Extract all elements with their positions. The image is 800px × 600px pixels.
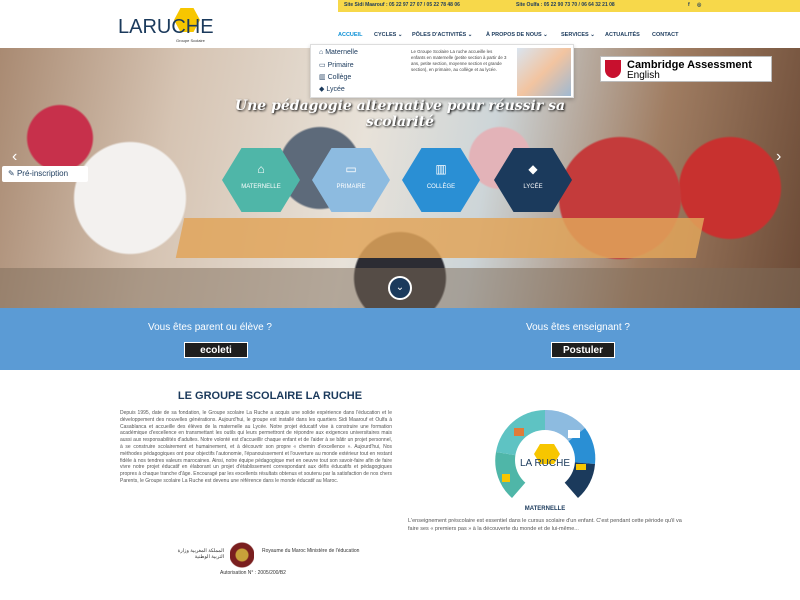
nav-services[interactable]: SERVICES ⌄: [561, 32, 595, 38]
cambridge-subtitle: English: [627, 70, 660, 81]
dropdown-item-primaire[interactable]: ▭ Primaire: [319, 61, 354, 69]
pre-inscription-button[interactable]: ✎ Pré-inscription: [2, 166, 88, 182]
postuler-button[interactable]: Postuler: [551, 342, 615, 358]
nav-accueil[interactable]: ACCUEIL: [338, 32, 362, 38]
dropdown-item-lycee[interactable]: ◆ Lycée: [319, 85, 345, 93]
dropdown-label-college: Collège: [327, 74, 352, 81]
page: LARUCHE Groupe Scolaire Site Sidi Maarou…: [0, 0, 800, 600]
hex-label-primaire: PRIMAIRE: [336, 184, 366, 190]
facebook-icon[interactable]: f: [688, 2, 690, 8]
dropdown-description: Le Groupe Scolaire La ruche accueille le…: [411, 49, 507, 72]
graduation-cap-icon: ◆: [528, 162, 538, 176]
cap-icon: [576, 464, 586, 470]
cambridge-shield-icon: [605, 60, 621, 78]
nav-a-propos[interactable]: À PROPOS DE NOUS ⌄: [486, 32, 548, 38]
next-slide-button[interactable]: ›: [776, 148, 781, 166]
site-oulfa-phones: Site Oulfa : 05 22 90 73 70 / 06 64 32 2…: [516, 2, 615, 8]
wheel-description: L'enseignement préscolaire est essentiel…: [408, 518, 682, 532]
wheel-logo-text: LA RUCHE: [520, 458, 570, 469]
ministry-block: المملكة المغربية وزارة التربية الوطنية R…: [170, 540, 370, 580]
dropdown-item-college[interactable]: ▥ Collège: [319, 73, 351, 81]
scroll-down-button[interactable]: ⌄: [388, 276, 412, 300]
dropdown-item-maternelle[interactable]: ⌂ Maternelle: [319, 49, 358, 56]
contact-topbar: Site Sidi Maarouf : 05 22 97 27 07 / 05 …: [338, 0, 800, 12]
moroccan-emblem-icon: [230, 542, 254, 568]
about-title: LE GROUPE SCOLAIRE LA RUCHE: [177, 390, 363, 402]
ministry-french: Royaume du Maroc Ministère de l'éducatio…: [262, 548, 360, 554]
pre-inscription-label: Pré-inscription: [16, 169, 69, 178]
dropdown-label-primaire: Primaire: [327, 62, 354, 69]
authorisation-number: Autorisation N° : 2005/200/B2: [220, 570, 286, 576]
house-icon: ⌂: [257, 162, 265, 176]
wheel-active-label: MATERNELLE: [524, 506, 566, 512]
hex-label-lycee: LYCÉE: [523, 184, 543, 190]
teacher-question: Vous êtes enseignant ?: [526, 322, 630, 333]
site-header: LARUCHE Groupe Scolaire Site Sidi Maarou…: [0, 0, 800, 48]
dropdown-label-maternelle: Maternelle: [325, 49, 358, 56]
briefcase-icon: [514, 428, 524, 436]
cycles-dropdown-menu: ⌂ Maternelle ▭ Primaire ▥ Collège ◆ Lycé…: [310, 44, 574, 98]
hero-title: Une pédagogie alternative pour réussir s…: [234, 98, 566, 130]
main-nav: ACCUEIL CYCLES ⌄ PÔLES D'ACTIVITÉS ⌄ À P…: [0, 26, 800, 46]
parent-question: Vous êtes parent ou élève ?: [148, 322, 272, 333]
nav-actualites[interactable]: ACTUALITÉS: [605, 32, 640, 38]
ecoleti-button[interactable]: ecoleti: [184, 342, 248, 358]
cambridge-badge[interactable]: Cambridge Assessment English: [600, 56, 772, 82]
about-paragraph: Depuis 1995, date de sa fondation, le Gr…: [120, 410, 392, 484]
site-sidi-maarouf-phones: Site Sidi Maarouf : 05 22 97 27 07 / 05 …: [344, 2, 460, 8]
book-icon: ▭: [345, 162, 357, 176]
dropdown-label-lycee: Lycée: [326, 86, 345, 93]
dropdown-children-image: [517, 48, 571, 96]
book-icon: ▭: [319, 62, 328, 69]
hex-label-maternelle: MATERNELLE: [241, 184, 281, 190]
open-book-icon: [568, 430, 580, 438]
hero-desk-shape: [175, 218, 705, 258]
ministry-arabic: المملكة المغربية وزارة التربية الوطنية: [177, 548, 224, 560]
nav-poles[interactable]: PÔLES D'ACTIVITÉS ⌄: [412, 32, 472, 38]
hex-label-college: COLLÈGE: [426, 184, 456, 190]
abc-blocks-icon: [502, 474, 510, 482]
prev-slide-button[interactable]: ‹: [12, 148, 17, 166]
cycles-wheel: LA RUCHE: [495, 409, 596, 498]
books-icon: ▥: [319, 74, 328, 81]
audience-band: Vous êtes parent ou élève ? ecoleti Vous…: [0, 308, 800, 370]
nav-contact[interactable]: CONTACT: [652, 32, 678, 38]
nav-cycles[interactable]: CYCLES ⌄: [374, 32, 402, 38]
instagram-icon[interactable]: ◎: [697, 2, 701, 8]
books-icon: ▥: [435, 162, 447, 176]
edit-icon: ✎: [8, 169, 17, 178]
